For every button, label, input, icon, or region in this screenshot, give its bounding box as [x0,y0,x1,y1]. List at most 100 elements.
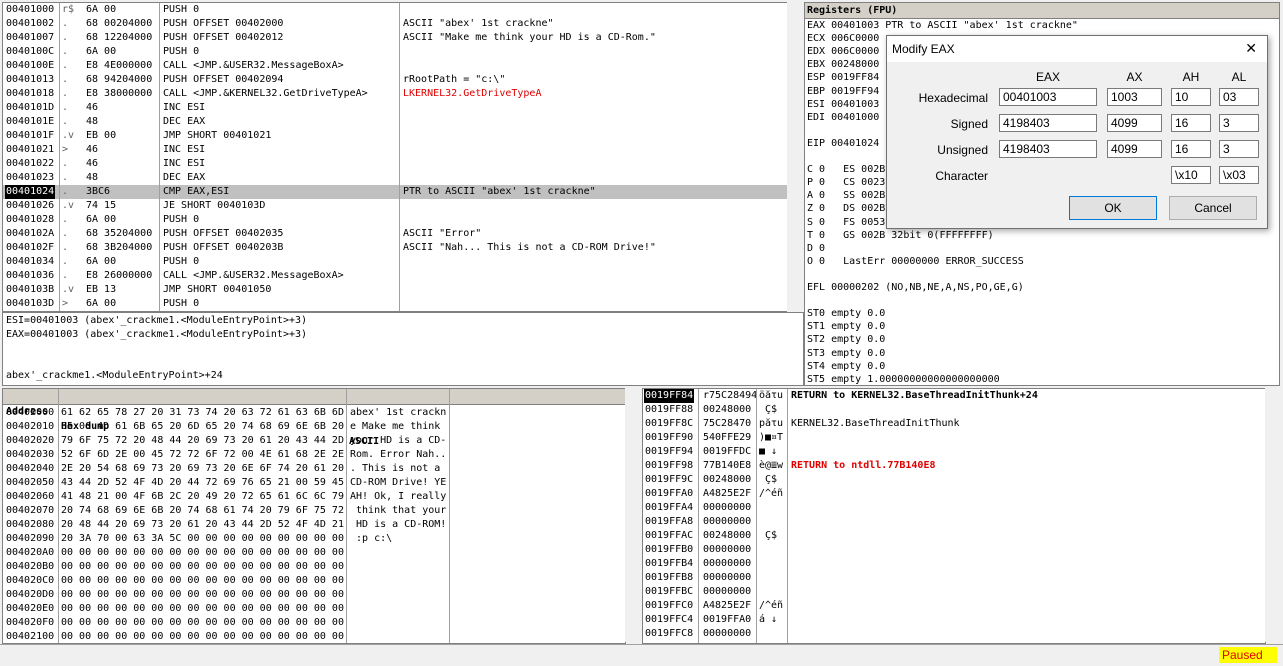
register-row[interactable]: S 0 FS 0053 [807,216,885,230]
dump-row[interactable]: 00402060 41 48 21 00 4F 6B 2C 20 49 20 72… [3,490,625,504]
dump-hex[interactable]: 00 00 00 00 00 00 00 00 00 00 00 00 00 0… [61,560,344,574]
cancel-button[interactable]: Cancel [1169,196,1257,220]
disasm-row[interactable]: 0040102A. 68 35204000 PUSH OFFSET 00402035… [3,227,787,241]
disasm-address[interactable]: 00401002 [5,17,55,31]
stack-address[interactable]: 0019FFBC [644,585,694,599]
disasm-address[interactable]: 0040100C [5,45,55,59]
disassembly-scrollbar[interactable] [787,2,803,312]
register-row[interactable]: EDI 00401000 [807,111,879,125]
stack-address[interactable]: 0019FF9C [644,473,694,487]
disasm-address[interactable]: 00401022 [5,157,55,171]
stack-address[interactable]: 0019FFA8 [644,515,694,529]
close-icon[interactable]: ✕ [1245,40,1257,57]
dump-address[interactable]: 004020F0 [6,616,54,630]
disasm-address[interactable]: 00401028 [5,213,55,227]
disasm-row[interactable]: 00401036. E8 26000000 CALL <JMP.&USER32.Me… [3,269,787,283]
stack-row[interactable]: 0019FFA8 00000000 [643,515,1265,529]
dump-hex[interactable]: 00 00 00 00 00 00 00 00 00 00 00 00 00 0… [61,630,344,643]
stack-address[interactable]: 0019FFC0 [644,599,694,613]
dump-hex[interactable]: 00 00 00 00 00 00 00 00 00 00 00 00 00 0… [61,588,344,602]
stack-address[interactable]: 0019FFA4 [644,501,694,515]
dump-hex[interactable]: 00 00 00 00 00 00 00 00 00 00 00 00 00 0… [61,574,344,588]
dump-hex[interactable]: 20 3A 70 00 63 3A 5C 00 00 00 00 00 00 0… [61,532,344,546]
dump-ascii[interactable]: think that your [350,504,446,518]
dump-ascii[interactable]: HD is a CD-ROM! [350,518,446,532]
stack-row[interactable]: 0019FF88 00248000 Ç$ [643,403,1265,417]
stack-row[interactable]: 0019FF84 r75C28494 öăτu RETURN to KERNEL32.… [643,389,1265,403]
disasm-row[interactable]: 0040100E. E8 4E000000 CALL <JMP.&USER32.Me… [3,59,787,73]
hex-al-field[interactable] [1219,88,1259,106]
stack-address[interactable]: 0019FF98 [644,459,694,473]
disasm-row[interactable]: 0040102F. 68 3B204000 PUSH OFFSET 0040203B… [3,241,787,255]
dump-address[interactable]: 00402020 [6,434,54,448]
hex-eax-field[interactable] [999,88,1097,106]
stack-address[interactable]: 0019FFB8 [644,571,694,585]
register-row[interactable]: ECX 006C0000 [807,32,879,46]
stack-address[interactable]: 0019FF8C [644,417,694,431]
ok-button[interactable]: OK [1069,196,1157,220]
disasm-address[interactable]: 00401018 [5,87,55,101]
dump-row[interactable]: 00402070 20 74 68 69 6E 6B 20 74 68 61 74… [3,504,625,518]
dump-address[interactable]: 00402000 [6,406,54,420]
disasm-row[interactable]: 00401021 >46 INC ESI [3,143,787,157]
dump-address[interactable]: 00402070 [6,504,54,518]
stack-address[interactable]: 0019FF88 [644,403,694,417]
disasm-row[interactable]: 00401022. 46 INC ESI [3,157,787,171]
dump-address[interactable]: 00402060 [6,490,54,504]
disasm-row[interactable]: 00401026 .v 74 15 JE SHORT 0040103D [3,199,787,213]
disasm-address[interactable]: 0040103B [5,283,55,297]
stack-row[interactable]: 0019FFC8 00000000 [643,627,1265,641]
register-row[interactable]: P 0 CS 0023 [807,176,885,190]
dump-hex[interactable]: 00 00 00 00 00 00 00 00 00 00 00 00 00 0… [61,616,344,630]
dump-row[interactable]: 00402090 20 3A 70 00 63 3A 5C 00 00 00 00… [3,532,625,546]
disasm-row[interactable]: 0040101F .v EB 00 JMP SHORT 00401021 [3,129,787,143]
disasm-row[interactable]: 0040101D. 46 INC ESI [3,101,787,115]
register-row[interactable]: ST5 empty 1.00000000000000000000 [807,373,1000,385]
char-ah-field[interactable] [1171,166,1211,184]
stack-scrollbar[interactable] [1265,388,1281,642]
stack-address[interactable]: 0019FF90 [644,431,694,445]
dump-address[interactable]: 00402100 [6,630,54,643]
stack-row[interactable]: 0019FFB4 00000000 [643,557,1265,571]
dump-ascii[interactable]: :p c:\ [350,532,392,546]
modify-eax-dialog[interactable]: Modify EAX ✕ EAX AX AH AL Hexadecimal Si… [886,35,1268,229]
unsigned-eax-field[interactable] [999,140,1097,158]
dump-address[interactable]: 00402080 [6,518,54,532]
dump-address[interactable]: 00402030 [6,448,54,462]
stack-row[interactable]: 0019FF98 77B140E8 è@≣w RETURN to ntdll.77B1… [643,459,1265,473]
disasm-address[interactable]: 0040102A [5,227,55,241]
dump-row[interactable]: 004020A0 00 00 00 00 00 00 00 00 00 00 00… [3,546,625,560]
dump-address[interactable]: 00402010 [6,420,54,434]
signed-al-field[interactable] [1219,114,1259,132]
disasm-address[interactable]: 0040100E [5,59,55,73]
dump-address[interactable]: 00402050 [6,476,54,490]
disasm-address[interactable]: 00401026 [5,199,55,213]
disasm-row[interactable]: 00401023. 48 DEC EAX [3,171,787,185]
stack-address[interactable]: 0019FFA0 [644,487,694,501]
char-al-field[interactable] [1219,166,1259,184]
dump-hex[interactable]: 65 00 4D 61 6B 65 20 6D 65 20 74 68 69 6… [61,420,344,434]
disasm-address[interactable]: 00401036 [5,269,55,283]
stack-pane[interactable]: 0019FF84 r75C28494 öăτu RETURN to KERNEL32.… [642,388,1266,644]
dump-row[interactable]: 00402030 52 6F 6D 2E 00 45 72 72 6F 72 00… [3,448,625,462]
disasm-row[interactable]: 00401028. 6A 00 PUSH 0 [3,213,787,227]
register-row[interactable]: EFL 00000202 (NO,NB,NE,A,NS,PO,GE,G) [807,281,1024,295]
dump-hex[interactable]: 2E 20 54 68 69 73 20 69 73 20 6E 6F 74 2… [61,462,344,476]
unsigned-al-field[interactable] [1219,140,1259,158]
dump-ascii[interactable]: e Make me think [350,420,446,434]
dump-hex[interactable]: 61 62 65 78 27 20 31 73 74 20 63 72 61 6… [61,406,344,420]
signed-eax-field[interactable] [999,114,1097,132]
register-row[interactable]: ST3 empty 0.0 [807,347,885,361]
dump-row[interactable]: 00402100 00 00 00 00 00 00 00 00 00 00 00… [3,630,625,643]
disasm-address[interactable]: 00401021 [5,143,55,157]
register-row[interactable]: ESI 00401003 [807,98,879,112]
disasm-address[interactable]: 0040102F [5,241,55,255]
signed-ax-field[interactable] [1107,114,1162,132]
dump-address[interactable]: 00402090 [6,532,54,546]
disasm-address[interactable]: 00401024 [5,185,56,199]
disasm-row[interactable]: 00401024. 3BC6 CMP EAX,ESI PTR to ASCII "ab… [3,185,787,199]
unsigned-ah-field[interactable] [1171,140,1211,158]
dump-row[interactable]: 00402040 2E 20 54 68 69 73 20 69 73 20 6E… [3,462,625,476]
stack-row[interactable]: 0019FF9C 00248000 Ç$ [643,473,1265,487]
dump-pane[interactable]: Address Hex dump ASCII 00402000 61 62 65 … [2,388,626,644]
